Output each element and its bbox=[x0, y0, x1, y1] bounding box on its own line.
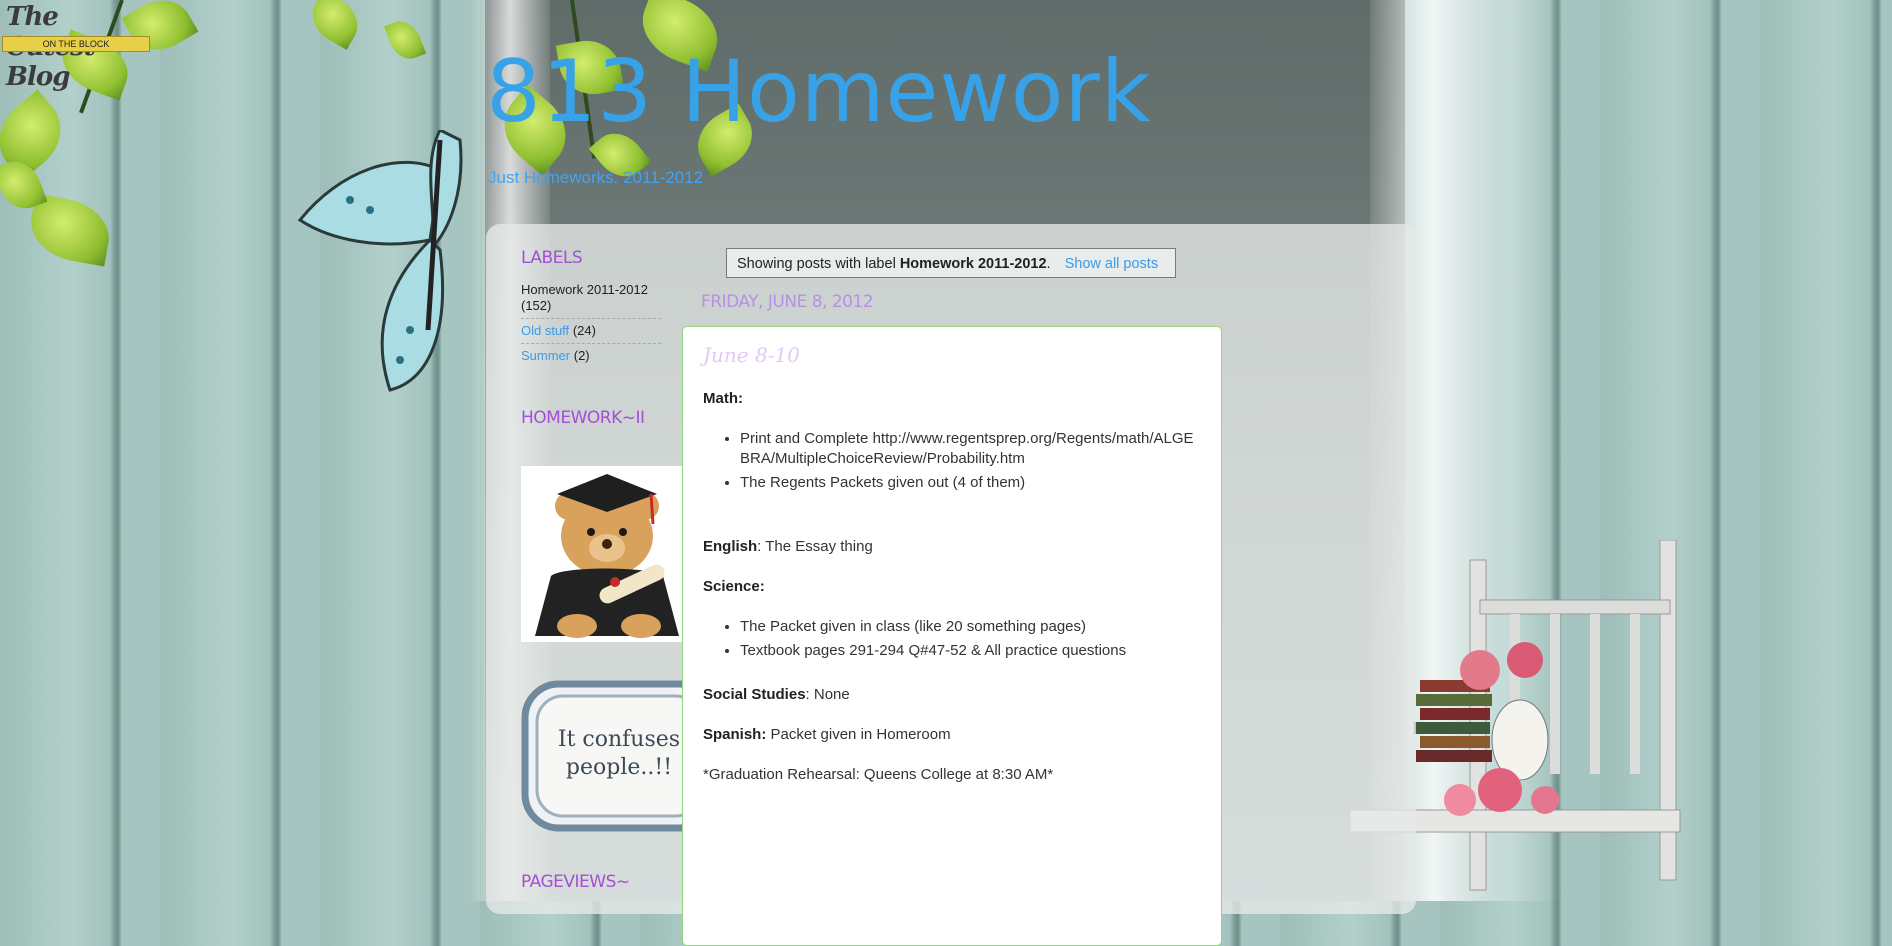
homework-widget-title: HOMEWORK~II bbox=[521, 408, 645, 428]
label-count: (24) bbox=[572, 323, 596, 338]
blog-description: Just Homeworks. 2011-2012 bbox=[488, 168, 704, 187]
status-label: Homework 2011-2012 bbox=[899, 256, 1047, 272]
english-heading: English bbox=[703, 538, 758, 555]
list-item: The Packet given in class (like 20 somet… bbox=[740, 617, 1203, 637]
label-filter-status: Showing posts with label Homework 2011-2… bbox=[726, 248, 1176, 278]
social-studies-heading: Social Studies bbox=[703, 686, 806, 703]
status-period: . bbox=[1046, 256, 1051, 272]
graduation-bear-image[interactable] bbox=[521, 466, 693, 642]
status-prefix: Showing posts with label bbox=[737, 256, 900, 272]
label-link[interactable]: Summer bbox=[521, 348, 570, 363]
labels-list: Homework 2011-2012 (152) Old stuff (24) … bbox=[521, 278, 661, 368]
badge-ribbon: ON THE BLOCK bbox=[2, 36, 150, 52]
cutest-blog-badge[interactable]: The Cutest Blog ON THE BLOCK bbox=[0, 0, 150, 92]
math-heading: Math: bbox=[703, 390, 743, 407]
list-item: The Regents Packets given out (4 of them… bbox=[740, 473, 1203, 493]
labels-widget-title: LABELS bbox=[521, 248, 583, 268]
sidebar: LABELS Homework 2011-2012 (152) Old stuf… bbox=[521, 248, 661, 438]
english-text: : The Essay thing bbox=[757, 538, 873, 555]
list-item: Textbook pages 291-294 Q#47-52 & All pra… bbox=[740, 641, 1203, 661]
butterfly-decoration bbox=[297, 130, 463, 392]
post-card: June 8-10 Math: Print and Complete http:… bbox=[682, 326, 1222, 946]
post-title[interactable]: June 8-10 bbox=[703, 343, 800, 367]
spanish-text: Packet given in Homeroom bbox=[766, 726, 951, 743]
blog-title[interactable]: 813 Homework bbox=[486, 42, 1152, 142]
label-name: Homework 2011-2012 bbox=[521, 282, 648, 297]
show-all-posts-link[interactable]: Show all posts bbox=[1065, 256, 1159, 272]
label-item-summer: Summer (2) bbox=[521, 344, 661, 368]
post-body: Math: Print and Complete http://www.rege… bbox=[703, 389, 1203, 785]
date-header: FRIDAY, JUNE 8, 2012 bbox=[701, 292, 874, 312]
social-studies-text: : None bbox=[805, 686, 850, 703]
list-item: Print and Complete http://www.regentspre… bbox=[740, 429, 1203, 469]
science-heading: Science: bbox=[703, 578, 765, 595]
label-count: (152) bbox=[521, 298, 552, 313]
label-link[interactable]: Old stuff bbox=[521, 323, 569, 338]
spanish-heading: Spanish: bbox=[703, 726, 767, 743]
label-item-homework: Homework 2011-2012 (152) bbox=[521, 278, 661, 319]
science-list: The Packet given in class (like 20 somet… bbox=[703, 617, 1203, 661]
math-list: Print and Complete http://www.regentspre… bbox=[703, 429, 1203, 493]
label-count: (2) bbox=[573, 348, 590, 363]
pageviews-widget-title: PAGEVIEWS~ bbox=[521, 872, 630, 892]
label-item-old-stuff: Old stuff (24) bbox=[521, 319, 661, 344]
graduation-note: *Graduation Rehearsal: Queens College at… bbox=[703, 766, 1054, 783]
